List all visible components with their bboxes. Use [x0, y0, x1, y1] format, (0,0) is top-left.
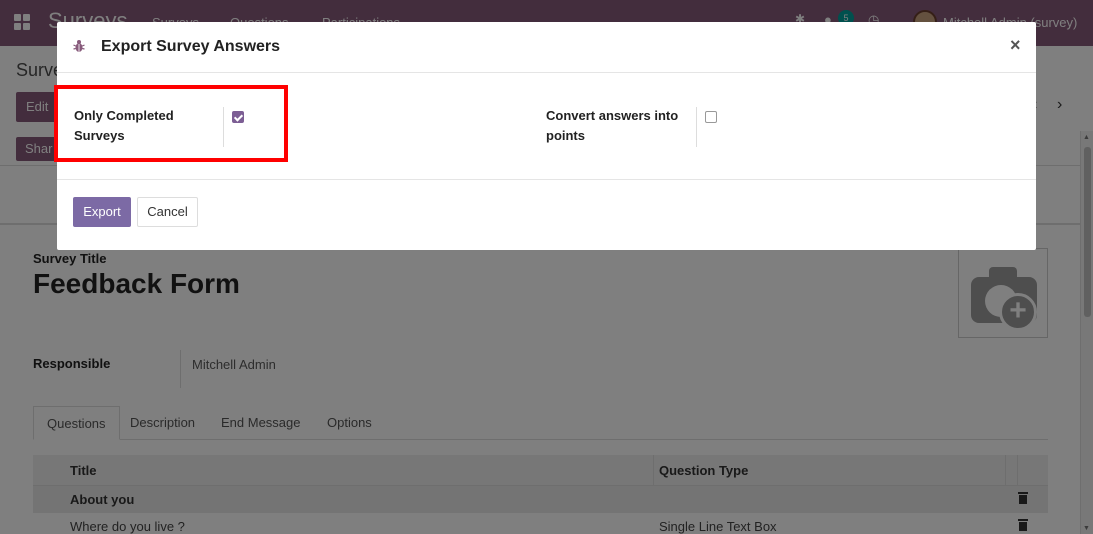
cancel-button[interactable]: Cancel [137, 197, 198, 227]
close-icon[interactable]: × [1010, 35, 1021, 56]
convert-points-label-line1: Convert answers into [546, 108, 679, 123]
dialog-title: Export Survey Answers [101, 38, 281, 55]
convert-points-label-line2: points [546, 128, 585, 143]
convert-points-checkbox[interactable] [705, 111, 717, 123]
dialog-header: Export Survey Answers × [57, 22, 1036, 73]
bug-icon [73, 39, 85, 53]
highlight-box [54, 85, 288, 162]
export-button[interactable]: Export [73, 197, 131, 227]
convert-points-label: Convert answers into points [546, 106, 678, 146]
field-separator [696, 107, 697, 147]
dialog-footer: Export Cancel [57, 180, 1036, 250]
